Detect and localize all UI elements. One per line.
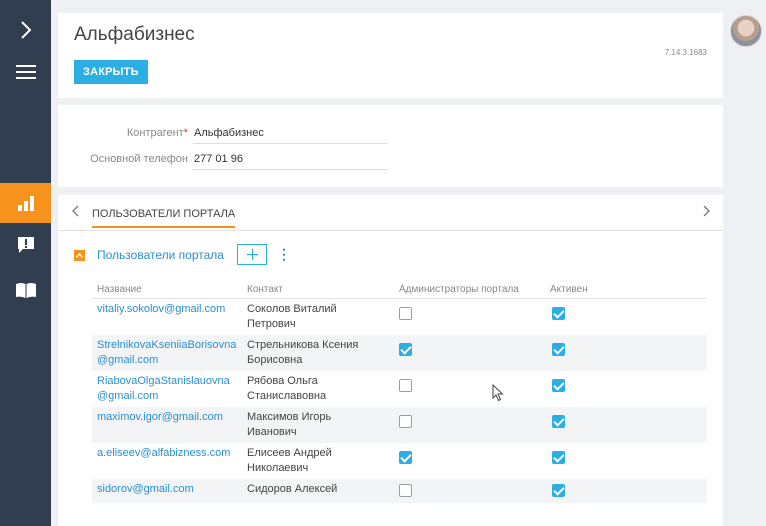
- admin-checkbox[interactable]: [399, 484, 412, 497]
- account-field-label: Контрагент*: [126, 127, 188, 139]
- kebab-menu-icon[interactable]: ⋮: [277, 246, 291, 263]
- close-button[interactable]: ЗАКРЫТЬ: [74, 60, 148, 84]
- chevron-right-icon: [703, 205, 710, 217]
- account-field: Контрагент* Альфабизнес: [58, 126, 723, 144]
- active-checkbox[interactable]: [552, 484, 565, 497]
- admin-checkbox[interactable]: [399, 343, 412, 356]
- column-header-contact[interactable]: Контакт: [247, 284, 283, 295]
- left-navigation-panel: [0, 0, 51, 526]
- table-row[interactable]: maximov.igor@gmail.com Максимов Игорь Ив…: [92, 407, 707, 443]
- table-row[interactable]: RiabovaOlgaStanislauovna@gmail.com Рябов…: [92, 371, 707, 407]
- detail-header: Пользователи портала ⋮: [74, 243, 704, 267]
- tab-bar: ПОЛЬЗОВАТЕЛИ ПОРТАЛА: [58, 195, 723, 231]
- contact-cell: Максимов Игорь Иванович: [247, 411, 332, 438]
- admin-checkbox[interactable]: [399, 379, 412, 392]
- column-header-admin[interactable]: Администраторы портала: [399, 284, 519, 295]
- expand-panel-button[interactable]: [0, 10, 51, 50]
- page-title: Альфабизнес: [74, 24, 195, 45]
- mouse-cursor-icon: [492, 384, 504, 402]
- tab-scroll-left-button[interactable]: [72, 205, 80, 220]
- detail-title[interactable]: Пользователи портала: [97, 248, 224, 262]
- chevron-left-icon: [72, 205, 79, 217]
- column-header-name[interactable]: Название: [97, 284, 142, 295]
- contact-cell: Соколов Виталий Петрович: [247, 303, 337, 330]
- user-name-link[interactable]: StrelnikovaKseniiaBorisovna@gmail.com: [97, 338, 237, 368]
- analytics-button[interactable]: [0, 183, 51, 223]
- account-field-value[interactable]: Альфабизнес: [193, 126, 388, 144]
- tab-portal-users[interactable]: ПОЛЬЗОВАТЕЛИ ПОРТАЛА: [92, 208, 236, 228]
- collapse-icon[interactable]: [74, 250, 85, 261]
- table-row[interactable]: vitaliy.sokolov@gmail.com Соколов Витали…: [92, 299, 707, 335]
- user-name-link[interactable]: vitaliy.sokolov@gmail.com: [97, 302, 237, 317]
- right-panel: [723, 0, 766, 526]
- table-row[interactable]: a.eliseev@alfabizness.com Елисеев Андрей…: [92, 443, 707, 479]
- user-name-link[interactable]: sidorov@gmail.com: [97, 482, 237, 497]
- phone-field-value[interactable]: 277 01 96: [193, 152, 388, 170]
- active-checkbox[interactable]: [552, 379, 565, 392]
- portal-users-grid: Название Контакт Администраторы портала …: [92, 279, 707, 503]
- admin-checkbox[interactable]: [399, 451, 412, 464]
- hamburger-menu-icon: [15, 65, 36, 79]
- analytics-icon: [17, 196, 34, 211]
- avatar[interactable]: [730, 15, 762, 47]
- plus-icon: [246, 249, 258, 260]
- active-checkbox[interactable]: [552, 307, 565, 320]
- admin-checkbox[interactable]: [399, 307, 412, 320]
- page-header: Альфабизнес 7.14.3.1683 ЗАКРЫТЬ: [58, 13, 723, 98]
- fields-panel: Контрагент* Альфабизнес Основной телефон…: [58, 105, 723, 187]
- user-name-link[interactable]: maximov.igor@gmail.com: [97, 410, 237, 425]
- add-button[interactable]: [237, 244, 267, 265]
- user-name-link[interactable]: RiabovaOlgaStanislauovna@gmail.com: [97, 374, 237, 404]
- main-menu-button[interactable]: [0, 52, 51, 92]
- user-name-link[interactable]: a.eliseev@alfabizness.com: [97, 446, 237, 461]
- chevron-right-icon: [20, 21, 31, 39]
- active-checkbox[interactable]: [552, 451, 565, 464]
- column-header-active[interactable]: Активен: [550, 284, 588, 295]
- phone-field-label: Основной телефон: [90, 153, 188, 165]
- tab-scroll-right-button[interactable]: [702, 205, 710, 220]
- feedback-button[interactable]: [0, 225, 51, 265]
- feedback-icon: [17, 237, 34, 253]
- contact-cell: Сидоров Алексей: [247, 483, 338, 495]
- contact-cell: Стрельникова Ксения Борисовна: [247, 339, 359, 366]
- contact-cell: Рябова Ольга Станиславовна: [247, 375, 327, 402]
- grid-header: Название Контакт Администраторы портала …: [92, 279, 707, 299]
- active-checkbox[interactable]: [552, 415, 565, 428]
- active-checkbox[interactable]: [552, 343, 565, 356]
- contact-cell: Елисеев Андрей Николаевич: [247, 447, 332, 474]
- table-row[interactable]: sidorov@gmail.com Сидоров Алексей: [92, 479, 707, 503]
- admin-checkbox[interactable]: [399, 415, 412, 428]
- phone-field: Основной телефон 277 01 96: [58, 152, 723, 170]
- knowledge-base-icon: [15, 283, 36, 298]
- version-label: 7.14.3.1683: [664, 48, 707, 57]
- table-row[interactable]: StrelnikovaKseniiaBorisovna@gmail.com Ст…: [92, 335, 707, 371]
- tab-panel: ПОЛЬЗОВАТЕЛИ ПОРТАЛА Пользователи портал…: [58, 195, 723, 526]
- knowledge-base-button[interactable]: [0, 270, 51, 310]
